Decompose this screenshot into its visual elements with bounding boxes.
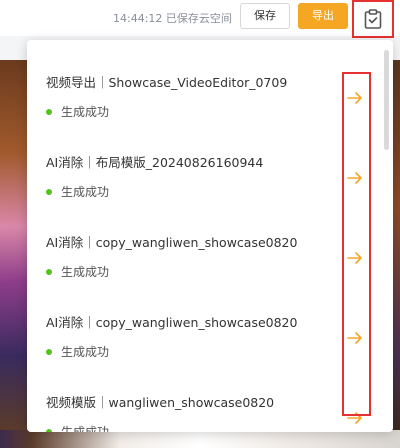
- clipboard-check-icon: [364, 9, 382, 29]
- task-title: 视频导出｜Showcase_VideoEditor_0709: [46, 75, 288, 90]
- top-toolbar: 14:44:12 已保存云空间 保存 导出: [0, 0, 400, 38]
- arrow-right-icon[interactable]: [345, 168, 365, 188]
- task-status-label: 生成成功: [61, 425, 110, 432]
- arrow-right-icon[interactable]: [345, 248, 365, 268]
- task-status-label: 生成成功: [61, 265, 110, 279]
- success-dot-icon: [46, 268, 52, 275]
- arrow-right-icon[interactable]: [345, 408, 365, 428]
- arrow-right-icon[interactable]: [345, 88, 365, 108]
- task-item[interactable]: AI消除｜copy_wangliwen_showcase0820 生成成功: [27, 210, 381, 290]
- task-item[interactable]: 视频导出｜Showcase_VideoEditor_0709 生成成功: [27, 50, 381, 130]
- task-dropdown-panel: 视频导出｜Showcase_VideoEditor_0709 生成成功 AI消除…: [27, 40, 393, 432]
- task-item[interactable]: AI消除｜copy_wangliwen_showcase0820 生成成功: [27, 290, 381, 370]
- preview-image-edge: [392, 60, 400, 430]
- task-status: 生成成功: [46, 343, 109, 360]
- success-dot-icon: [46, 108, 52, 115]
- success-dot-icon: [46, 428, 52, 432]
- task-status: 生成成功: [46, 423, 109, 432]
- save-button[interactable]: 保存: [240, 3, 290, 29]
- task-item[interactable]: AI消除｜布局模版_20240826160944 生成成功: [27, 130, 381, 210]
- task-status-label: 生成成功: [61, 105, 110, 119]
- task-title: AI消除｜copy_wangliwen_showcase0820: [46, 235, 298, 250]
- preview-image-bottom: [0, 430, 400, 448]
- task-status-label: 生成成功: [61, 345, 110, 359]
- export-button[interactable]: 导出: [298, 3, 348, 29]
- scrollbar[interactable]: [384, 50, 389, 150]
- task-status: 生成成功: [46, 183, 109, 200]
- task-title: AI消除｜copy_wangliwen_showcase0820: [46, 315, 298, 330]
- success-dot-icon: [46, 188, 52, 195]
- task-title: AI消除｜布局模版_20240826160944: [46, 155, 264, 170]
- task-status-label: 生成成功: [61, 185, 110, 199]
- task-item[interactable]: 视频模版｜wangliwen_showcase0820 生成成功: [27, 370, 381, 432]
- success-dot-icon: [46, 348, 52, 355]
- save-status: 14:44:12 已保存云空间: [113, 12, 232, 25]
- task-list-button[interactable]: [352, 0, 394, 38]
- task-status: 生成成功: [46, 263, 109, 280]
- task-status: 生成成功: [46, 103, 109, 120]
- arrow-right-icon[interactable]: [345, 328, 365, 348]
- task-title: 视频模版｜wangliwen_showcase0820: [46, 395, 275, 410]
